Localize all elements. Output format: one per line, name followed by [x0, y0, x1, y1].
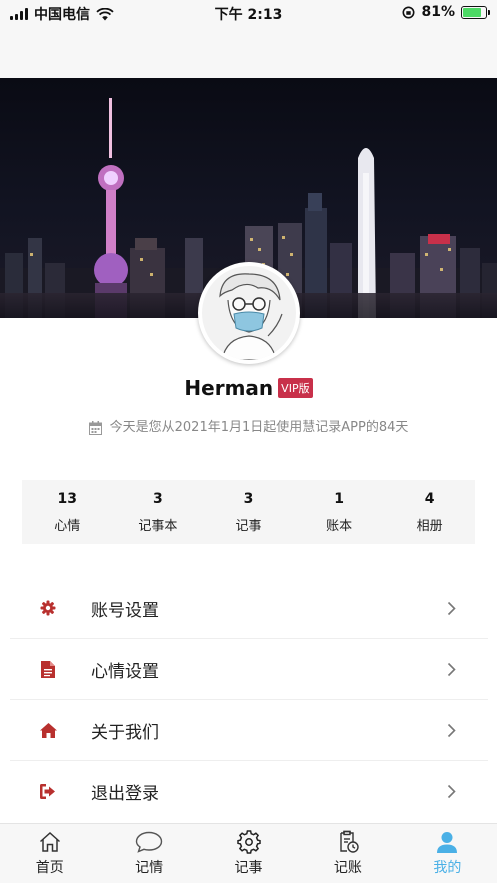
- status-bar: 中国电信 下午 2:13 81%: [0, 0, 497, 26]
- settings-menu: 账号设置 心情设置 关于我们 退出登录: [10, 578, 488, 822]
- stat-label: 账本: [326, 519, 353, 534]
- tab-notes[interactable]: 记事: [199, 824, 298, 883]
- ledger-icon: [336, 829, 360, 855]
- gear-icon: [236, 829, 261, 855]
- menu-item-about-us[interactable]: 关于我们: [10, 700, 488, 761]
- usage-days-row: 今天是您从2021年1月1日起使用慧记录APP的84天: [0, 416, 497, 435]
- stat-mood[interactable]: 13 心情: [22, 480, 113, 544]
- chevron-right-icon: [447, 784, 456, 799]
- stat-label: 心情: [54, 519, 81, 534]
- stats-panel: 13 心情 3 记事本 3 记事 1 账本 4 相册: [22, 480, 475, 544]
- logout-icon: [32, 784, 64, 799]
- menu-label: 心情设置: [91, 661, 159, 682]
- calendar-icon: [88, 420, 102, 435]
- stat-label: 记事: [235, 519, 262, 534]
- chevron-right-icon: [447, 662, 456, 676]
- tab-label: 记事: [234, 860, 263, 876]
- status-right: 81%: [402, 4, 490, 20]
- menu-label: 账号设置: [91, 600, 159, 621]
- orientation-lock-icon: [402, 6, 415, 18]
- top-band: [0, 26, 497, 78]
- stat-notebook[interactable]: 3 记事本: [113, 480, 204, 544]
- person-icon: [436, 829, 458, 855]
- battery-percent: 81%: [421, 4, 455, 20]
- stat-value: 3: [153, 491, 163, 507]
- stat-label: 记事本: [138, 519, 178, 534]
- menu-label: 退出登录: [91, 784, 159, 804]
- vip-badge: VIP版: [278, 378, 313, 398]
- username: Herman: [184, 376, 274, 400]
- stat-value: 13: [57, 491, 78, 507]
- tab-label: 首页: [35, 860, 64, 876]
- usage-days-text: 今天是您从2021年1月1日起使用慧记录APP的84天: [109, 420, 409, 435]
- tab-label: 我的: [433, 860, 462, 876]
- stat-value: 3: [243, 491, 254, 507]
- menu-label: 关于我们: [91, 722, 159, 743]
- stat-value: 1: [334, 491, 344, 507]
- tab-mood[interactable]: 记情: [99, 824, 198, 883]
- chat-bubble-icon: [135, 829, 163, 855]
- username-row: Herman VIP版: [0, 376, 497, 400]
- stat-label: 相册: [416, 519, 443, 534]
- battery-icon: [461, 5, 490, 19]
- chevron-right-icon: [447, 601, 456, 615]
- chevron-right-icon: [447, 723, 456, 737]
- menu-item-account-settings[interactable]: 账号设置: [10, 578, 488, 639]
- gear-icon: [32, 600, 64, 616]
- tab-accounting[interactable]: 记账: [298, 824, 397, 883]
- home-icon: [38, 829, 62, 855]
- home-icon: [32, 722, 64, 738]
- tab-label: 记账: [333, 860, 362, 876]
- stat-notes[interactable]: 3 记事: [203, 480, 294, 544]
- tab-mine[interactable]: 我的: [398, 824, 497, 883]
- tab-bar: 首页 记情 记事 记账 我的: [0, 823, 497, 883]
- tab-home[interactable]: 首页: [0, 824, 99, 883]
- menu-item-logout[interactable]: 退出登录: [10, 761, 488, 822]
- menu-item-mood-settings[interactable]: 心情设置: [10, 639, 488, 700]
- stat-album[interactable]: 4 相册: [384, 480, 475, 544]
- tab-label: 记情: [135, 860, 164, 876]
- stat-ledger[interactable]: 1 账本: [294, 480, 385, 544]
- stat-value: 4: [424, 491, 435, 507]
- avatar[interactable]: [198, 262, 300, 364]
- document-icon: [32, 660, 64, 678]
